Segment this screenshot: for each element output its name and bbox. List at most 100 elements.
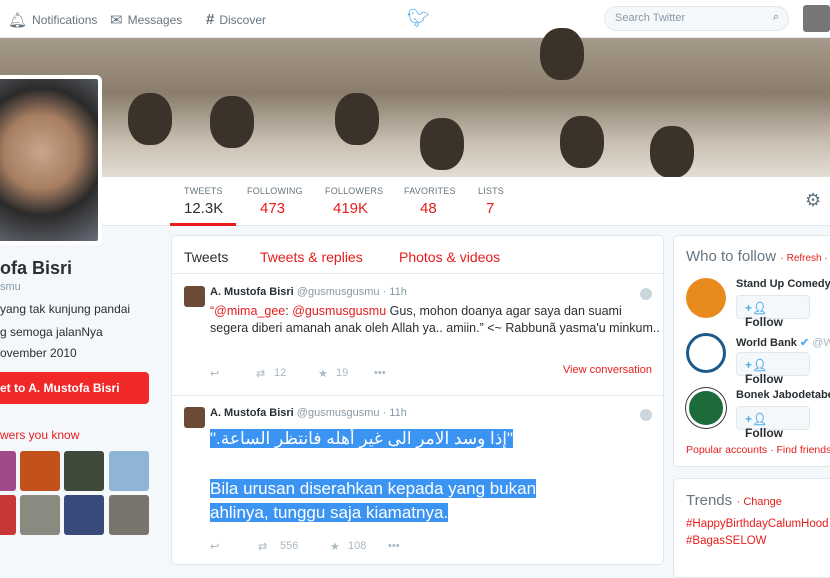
tweet-avatar[interactable]: [184, 407, 205, 428]
user-avatar[interactable]: [803, 5, 830, 32]
follower-thumb[interactable]: [20, 495, 60, 535]
account-name[interactable]: Stand Up Comedy: [736, 278, 830, 290]
tweet[interactable]: A. Mustofa Bisri @gusmusgusmu · 11h "إذا…: [172, 397, 664, 567]
favorite-count: 19: [336, 367, 349, 379]
tweet-body-line: Bila urusan diserahkan kepada yang bukan: [210, 479, 537, 498]
star-icon[interactable]: ★: [318, 367, 336, 380]
refresh-link[interactable]: · Refresh ·: [781, 253, 828, 264]
retweet-icon[interactable]: ⇄: [258, 540, 280, 553]
reply-icon[interactable]: ↩: [210, 367, 256, 380]
tab-tweets-replies[interactable]: Tweets & replies: [260, 249, 363, 265]
more-icon[interactable]: •••: [388, 540, 400, 553]
profile-name: ofa Bisri: [0, 258, 73, 278]
discover-link[interactable]: # Discover: [206, 11, 266, 28]
find-friends-link[interactable]: · Find friends: [770, 444, 830, 456]
trend-item[interactable]: #HappyBirthdayCalumHood: [686, 518, 829, 530]
search-input[interactable]: Search Twitter ⌕: [604, 6, 789, 31]
author-handle: @gusmusgusmu: [296, 286, 380, 298]
retweet-icon[interactable]: ⇄: [256, 367, 274, 380]
favorite-count: 108: [348, 540, 367, 552]
more-icon[interactable]: •••: [374, 367, 386, 380]
tweet-author[interactable]: A. Mustofa Bisri @gusmusgusmu · 11h: [210, 286, 407, 298]
reply-icon[interactable]: ↩: [210, 540, 258, 553]
follower-thumb[interactable]: [20, 451, 60, 491]
stat-favorites[interactable]: FAVORITES 48: [404, 186, 456, 217]
search-icon[interactable]: ⌕: [773, 11, 779, 24]
follow-label: Follow: [745, 372, 783, 386]
hash-icon: #: [206, 11, 215, 28]
trends-card: Trends · Change #HappyBirthdayCalumHood …: [673, 478, 830, 578]
tweet-avatar[interactable]: [184, 286, 205, 307]
account-name[interactable]: World Bank ✔ @W: [736, 336, 830, 349]
author-name: A. Mustofa Bisri: [210, 407, 294, 419]
stat-value: 473: [260, 200, 286, 217]
tweet-time[interactable]: · 11h: [383, 407, 407, 419]
globe-icon: [640, 409, 652, 421]
trends-title: Trends: [686, 492, 733, 509]
follow-button[interactable]: +👤︎ Follow: [736, 352, 810, 386]
twitter-bird-icon[interactable]: 🐦︎: [407, 8, 430, 29]
stat-label: FAVORITES: [404, 186, 456, 196]
stat-label: FOLLOWING: [247, 186, 303, 196]
stat-tweets[interactable]: TWEETS 12.3K: [184, 186, 223, 217]
account-avatar[interactable]: [686, 278, 726, 318]
follower-thumb[interactable]: [0, 495, 16, 535]
top-nav-bar: 🔔︎ Notifications ✉ Messages # Discover 🐦︎ S…: [0, 0, 830, 38]
followers-you-know-link[interactable]: wers you know: [0, 428, 79, 442]
stat-followers[interactable]: FOLLOWERS 419K: [325, 186, 383, 217]
who-to-follow-card: Who to follow · Refresh · Stand Up Comed…: [673, 235, 830, 467]
tweet-time[interactable]: · 11h: [383, 286, 407, 298]
tweet-text: "إذا وسد الامر الى غير أهله فانتظر الساع…: [210, 427, 660, 525]
who-to-follow-title: Who to follow: [686, 248, 777, 265]
mention-link[interactable]: @mima_gee: [214, 304, 285, 318]
discover-label: Discover: [219, 12, 267, 27]
envelope-icon: ✉: [110, 12, 123, 29]
add-user-icon: +👤︎: [745, 412, 768, 426]
stat-value: 12.3K: [184, 200, 224, 217]
star-icon[interactable]: ★: [330, 540, 348, 553]
account-avatar[interactable]: [686, 333, 726, 373]
tweet-to-button[interactable]: et to A. Mustofa Bisri: [0, 372, 149, 404]
follower-thumb[interactable]: [0, 451, 16, 491]
stat-lists[interactable]: LISTS 7: [478, 186, 504, 217]
tweet-author[interactable]: A. Mustofa Bisri @gusmusgusmu · 11h: [210, 407, 407, 419]
tweet[interactable]: A. Mustofa Bisri @gusmusgusmu · 11h “@mi…: [172, 275, 664, 396]
stat-following[interactable]: FOLLOWING 473: [247, 186, 303, 217]
follow-button[interactable]: +👤︎ Follow: [736, 295, 810, 329]
tweet-body-line: ahlinya, tunggu saja kiamatnya.: [210, 503, 449, 522]
search-placeholder: Search Twitter: [615, 12, 686, 24]
view-conversation-link[interactable]: View conversation: [563, 364, 652, 376]
bell-icon: 🔔︎: [8, 12, 28, 29]
account-name[interactable]: Bonek Jabodetabe: [736, 389, 830, 401]
stat-value: 419K: [333, 200, 369, 217]
messages-label: Messages: [127, 13, 183, 27]
profile-avatar: [0, 75, 102, 245]
follow-label: Follow: [745, 426, 783, 440]
follower-thumb[interactable]: [109, 495, 149, 535]
gear-icon[interactable]: ⚙: [805, 190, 821, 211]
notifications-link[interactable]: 🔔︎ Notifications: [8, 11, 97, 29]
follow-label: Follow: [745, 315, 783, 329]
stat-label: LISTS: [478, 186, 505, 196]
tab-tweets[interactable]: Tweets: [184, 249, 228, 265]
follower-thumb[interactable]: [64, 495, 104, 535]
follow-button[interactable]: +👤︎ Follow: [736, 406, 810, 440]
trend-item[interactable]: #BagasSELOW: [686, 535, 767, 547]
joined-date: ovember 2010: [0, 346, 77, 360]
tab-photos-videos[interactable]: Photos & videos: [399, 249, 500, 265]
follower-thumb[interactable]: [109, 451, 149, 491]
follower-thumb[interactable]: [64, 451, 104, 491]
stat-label: TWEETS: [184, 186, 223, 196]
mention-link[interactable]: @gusmusgusmu: [292, 304, 386, 318]
messages-link[interactable]: ✉ Messages: [110, 11, 182, 29]
verified-icon: ✔: [799, 337, 810, 349]
account-avatar[interactable]: [686, 388, 726, 428]
active-stat-indicator: [170, 223, 236, 226]
profile-handle: smu: [0, 281, 21, 293]
notifications-label: Notifications: [32, 13, 98, 27]
tweet-text: “@mima_gee: @gusmusgusmu Gus, mohon doan…: [210, 303, 660, 337]
tweet-to-label: et to A. Mustofa Bisri: [0, 381, 120, 395]
popular-accounts-link[interactable]: Popular accounts: [686, 444, 767, 456]
change-link[interactable]: · Change: [737, 496, 782, 508]
globe-icon: [640, 288, 652, 300]
